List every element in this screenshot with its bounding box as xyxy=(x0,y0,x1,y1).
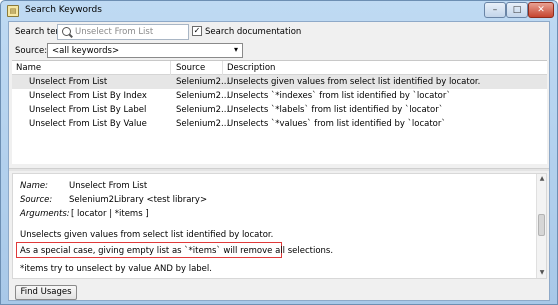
arguments-key: Arguments: xyxy=(20,209,70,219)
document-icon: ▤ xyxy=(7,5,19,17)
table-header: Name Source Description xyxy=(12,61,547,75)
source-select-value: <all keywords> xyxy=(52,46,120,56)
table-row[interactable]: Unselect From List By Index Selenium2...… xyxy=(12,89,547,103)
search-icon xyxy=(62,27,71,36)
row-description: Unselects `*indexes` from list identifie… xyxy=(227,91,451,101)
column-header-name[interactable]: Name xyxy=(16,63,41,73)
column-header-source[interactable]: Source xyxy=(176,63,205,73)
search-keywords-window: ▤ Search Keywords – □ ✕ Search term: Uns… xyxy=(0,0,558,305)
scroll-down-icon[interactable]: ▼ xyxy=(537,268,547,278)
row-source: Selenium2... xyxy=(176,119,230,129)
doc-line-2: As a special case, giving empty list as … xyxy=(20,246,334,256)
column-header-description[interactable]: Description xyxy=(227,63,275,73)
chevron-down-icon: ▾ xyxy=(233,45,238,54)
table-row[interactable]: Unselect From List Selenium2... Unselect… xyxy=(12,75,547,89)
scroll-up-icon[interactable]: ▲ xyxy=(537,174,547,184)
search-input[interactable]: Unselect From List xyxy=(57,24,189,40)
table-row[interactable]: Unselect From List By Value Selenium2...… xyxy=(12,117,547,131)
row-source: Selenium2... xyxy=(176,105,230,115)
row-name: Unselect From List By Label xyxy=(29,105,147,115)
name-value: Unselect From List xyxy=(69,181,148,191)
title-bar[interactable]: ▤ Search Keywords – □ ✕ xyxy=(1,1,557,21)
find-usages-button[interactable]: Find Usages xyxy=(15,285,77,300)
row-source: Selenium2... xyxy=(176,91,230,101)
search-placeholder: Unselect From List xyxy=(75,27,154,37)
search-documentation-label[interactable]: Search documentation xyxy=(205,27,301,37)
window-title: Search Keywords xyxy=(25,5,102,15)
row-source: Selenium2... xyxy=(176,77,230,87)
source-value: Selenium2Library <test library> xyxy=(69,195,208,205)
minimize-button[interactable]: – xyxy=(484,2,506,18)
row-description: Unselects given values from select list … xyxy=(227,77,481,87)
search-documentation-checkbox[interactable]: ✓ xyxy=(192,26,202,36)
row-description: Unselects `*labels` from list identified… xyxy=(227,105,443,115)
name-key: Name: xyxy=(20,181,48,191)
row-name: Unselect From List By Index xyxy=(29,91,147,101)
scroll-thumb[interactable] xyxy=(538,214,545,236)
documentation-scrollbar[interactable]: ▲ ▼ xyxy=(536,174,546,278)
doc-line-1: Unselects given values from select list … xyxy=(20,230,274,240)
row-description: Unselects `*values` from list identified… xyxy=(227,119,446,129)
row-name: Unselect From List xyxy=(29,77,108,87)
maximize-button[interactable]: □ xyxy=(506,2,528,18)
column-divider[interactable] xyxy=(222,61,223,75)
column-divider[interactable] xyxy=(170,61,171,75)
source-key: Source: xyxy=(20,195,53,205)
doc-line-3: *items try to unselect by value AND by l… xyxy=(20,264,212,274)
source-label: Source: xyxy=(15,46,48,56)
source-select[interactable]: <all keywords> ▾ xyxy=(47,43,243,58)
table-row[interactable]: Unselect From List By Label Selenium2...… xyxy=(12,103,547,117)
documentation-pane: Name: Unselect From List Source: Seleniu… xyxy=(12,173,547,279)
pane-splitter[interactable] xyxy=(9,168,549,171)
row-name: Unselect From List By Value xyxy=(29,119,147,129)
arguments-value: [ locator | *items ] xyxy=(71,209,149,219)
keywords-table: Name Source Description Unselect From Li… xyxy=(12,60,547,164)
dialog-body: Search term: Unselect From List ✓ Search… xyxy=(8,21,550,301)
close-button[interactable]: ✕ xyxy=(528,2,554,18)
